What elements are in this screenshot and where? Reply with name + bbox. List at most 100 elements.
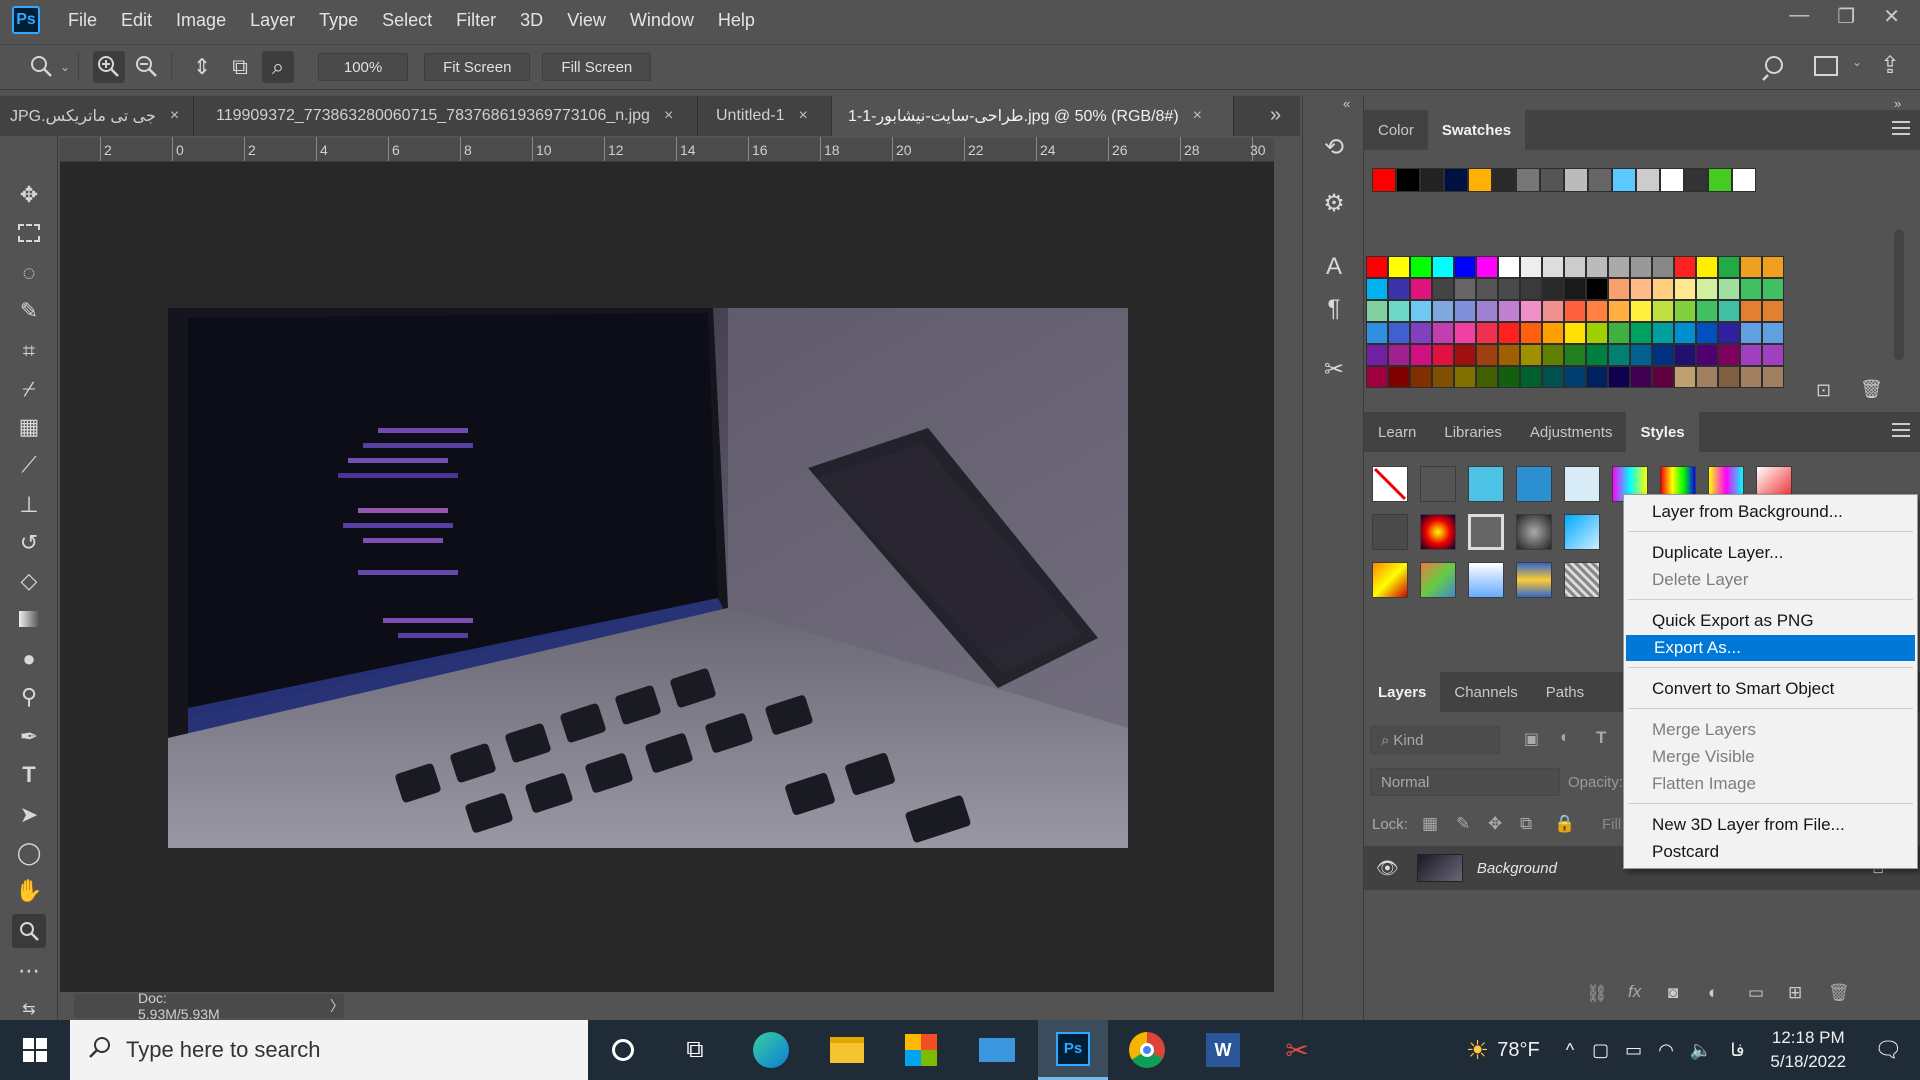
taskbar-search-box[interactable]: Type here to search <box>70 1020 588 1080</box>
close-icon[interactable]: × <box>170 107 179 125</box>
swatch[interactable] <box>1732 168 1756 192</box>
menu-item-postcard[interactable]: Postcard <box>1624 839 1917 865</box>
clock[interactable]: 12:18 PM 5/18/2022 <box>1770 1026 1846 1074</box>
style-swatch[interactable] <box>1420 466 1456 502</box>
swatch[interactable] <box>1696 256 1718 278</box>
style-swatch[interactable] <box>1468 562 1504 598</box>
group-folder-icon[interactable]: ▭ <box>1748 983 1764 1003</box>
swatch[interactable] <box>1540 168 1564 192</box>
close-icon[interactable]: × <box>1193 107 1202 125</box>
style-swatch[interactable] <box>1564 466 1600 502</box>
restore-icon[interactable]: ❐ <box>1837 4 1855 29</box>
swatch[interactable] <box>1410 322 1432 344</box>
menu-edit[interactable]: Edit <box>121 10 152 31</box>
style-swatch[interactable] <box>1420 514 1456 550</box>
swatch[interactable] <box>1396 168 1420 192</box>
swatch[interactable] <box>1542 366 1564 388</box>
close-icon[interactable]: × <box>798 107 807 125</box>
history-brush-tool-icon[interactable]: ↺ <box>12 526 46 560</box>
swatch[interactable] <box>1718 322 1740 344</box>
swatch[interactable] <box>1520 344 1542 366</box>
tab-styles[interactable]: Styles <box>1626 412 1699 452</box>
blur-tool-icon[interactable]: ● <box>12 642 46 676</box>
more-tools-icon[interactable]: ⋯ <box>12 954 46 988</box>
zoom-in-icon[interactable] <box>93 51 126 83</box>
swatch[interactable] <box>1608 366 1630 388</box>
pen-tool-icon[interactable]: ✒ <box>12 720 46 754</box>
swatch[interactable] <box>1684 168 1708 192</box>
swatch[interactable] <box>1674 344 1696 366</box>
swatch[interactable] <box>1388 278 1410 300</box>
menu-item-convert-smart-object[interactable]: Convert to Smart Object <box>1624 676 1917 702</box>
swatch[interactable] <box>1674 256 1696 278</box>
swatch[interactable] <box>1762 278 1784 300</box>
marquee-tool-icon[interactable] <box>12 216 46 250</box>
tab-adjustments[interactable]: Adjustments <box>1516 412 1627 452</box>
chevron-up-icon[interactable]: ^ <box>1566 1040 1574 1061</box>
swatch[interactable] <box>1718 278 1740 300</box>
fx-icon[interactable]: fx <box>1628 982 1641 1002</box>
swatch[interactable] <box>1444 168 1468 192</box>
swatch[interactable] <box>1498 300 1520 322</box>
zoom-out-icon[interactable] <box>131 51 163 83</box>
swatch[interactable] <box>1432 344 1454 366</box>
properties-panel-icon[interactable]: ⚙ <box>1317 186 1351 220</box>
swatch[interactable] <box>1542 300 1564 322</box>
swatch[interactable] <box>1476 344 1498 366</box>
swatch[interactable] <box>1542 322 1564 344</box>
windows-start-icon[interactable] <box>0 1020 70 1080</box>
swatch[interactable] <box>1652 300 1674 322</box>
link-layers-icon[interactable]: ⛓ <box>1586 984 1608 1004</box>
menu-help[interactable]: Help <box>718 10 755 31</box>
style-swatch[interactable] <box>1372 514 1408 550</box>
swatch[interactable] <box>1498 366 1520 388</box>
swatch[interactable] <box>1586 344 1608 366</box>
tab-paths[interactable]: Paths <box>1532 672 1598 712</box>
workspace-icon[interactable] <box>1814 56 1838 76</box>
swatch[interactable] <box>1696 344 1718 366</box>
swatch[interactable] <box>1366 256 1388 278</box>
swatch[interactable] <box>1366 322 1388 344</box>
swatch[interactable] <box>1372 168 1396 192</box>
swatch[interactable] <box>1498 256 1520 278</box>
snipping-tool-icon[interactable]: ✂ <box>1262 1020 1332 1080</box>
menu-image[interactable]: Image <box>176 10 226 31</box>
menu-item-duplicate-layer[interactable]: Duplicate Layer... <box>1624 540 1917 566</box>
swatch[interactable] <box>1366 278 1388 300</box>
swatch[interactable] <box>1718 344 1740 366</box>
add-mask-icon[interactable]: ◙ <box>1668 983 1678 1003</box>
swatch[interactable] <box>1636 168 1660 192</box>
canvas-area[interactable] <box>60 162 1274 992</box>
mail-icon[interactable] <box>962 1020 1032 1080</box>
swatch[interactable] <box>1612 168 1636 192</box>
zoom-tool-preset-icon[interactable] <box>26 51 58 83</box>
swatch[interactable] <box>1608 344 1630 366</box>
swatch[interactable] <box>1586 322 1608 344</box>
style-swatch[interactable] <box>1516 514 1552 550</box>
wifi-icon[interactable]: ◠ <box>1658 1040 1674 1061</box>
style-swatch[interactable] <box>1564 562 1600 598</box>
tab-channels[interactable]: Channels <box>1440 672 1531 712</box>
minimize-icon[interactable]: — <box>1789 4 1809 29</box>
swatch[interactable] <box>1476 300 1498 322</box>
battery-icon[interactable]: ▭ <box>1625 1040 1642 1061</box>
swatch[interactable] <box>1630 322 1652 344</box>
tab-libraries[interactable]: Libraries <box>1430 412 1516 452</box>
swatch[interactable] <box>1516 168 1540 192</box>
dodge-tool-icon[interactable]: ⚲ <box>12 680 46 714</box>
cortana-icon[interactable] <box>588 1020 658 1080</box>
swatch[interactable] <box>1586 278 1608 300</box>
menu-item-quick-export-png[interactable]: Quick Export as PNG <box>1624 608 1917 634</box>
swatch[interactable] <box>1718 256 1740 278</box>
brush-tool-icon[interactable]: ⟋ <box>12 448 46 482</box>
fit-screen-button[interactable]: Fit Screen <box>424 53 531 81</box>
tab-document-3[interactable]: Untitled-1 × <box>698 96 832 136</box>
swatch[interactable] <box>1432 366 1454 388</box>
menu-layer[interactable]: Layer <box>250 10 295 31</box>
microsoft-store-icon[interactable] <box>886 1020 956 1080</box>
photoshop-taskbar-icon[interactable]: Ps <box>1038 1020 1108 1080</box>
crop-tool-icon[interactable]: ⌗ <box>12 334 46 368</box>
swatch[interactable] <box>1564 300 1586 322</box>
tab-layers[interactable]: Layers <box>1364 672 1441 712</box>
swatch[interactable] <box>1630 344 1652 366</box>
